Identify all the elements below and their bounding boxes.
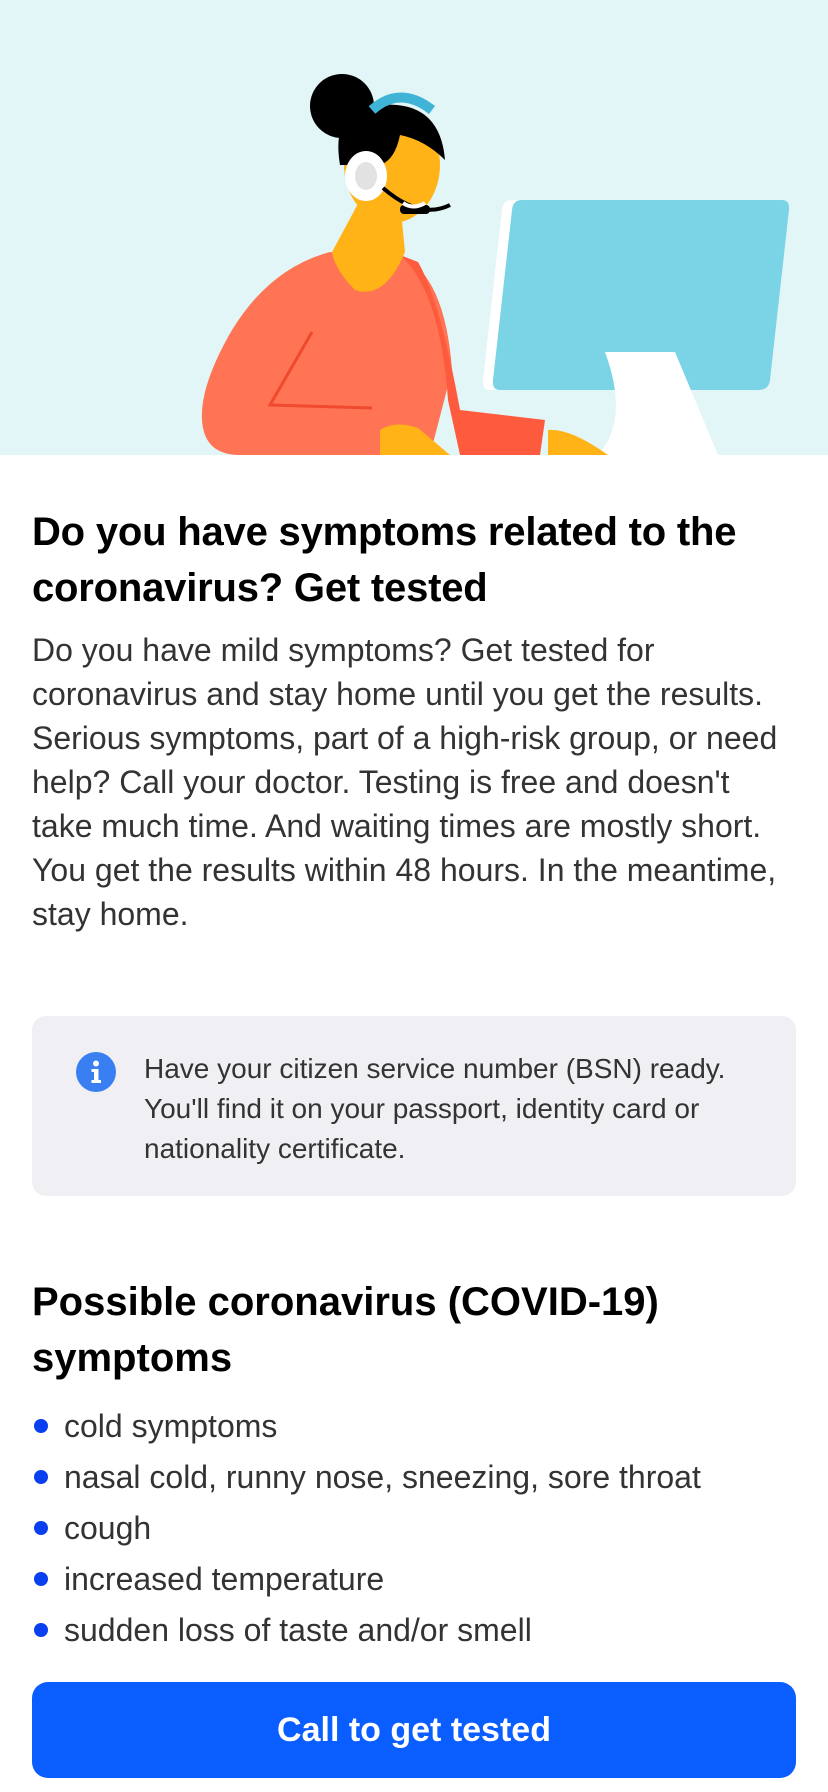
symptom-label: cough — [64, 1509, 152, 1546]
list-item: cold symptoms — [32, 1400, 796, 1451]
symptom-label: sudden loss of taste and/or smell — [64, 1611, 532, 1648]
bsn-info-box: Have your citizen service number (BSN) r… — [32, 1016, 796, 1196]
page-title: Do you have symptoms related to the coro… — [32, 510, 737, 610]
call-to-get-tested-button[interactable]: Call to get tested — [32, 1682, 796, 1778]
symptom-label: cold symptoms — [64, 1407, 278, 1444]
bullet-icon — [34, 1418, 48, 1433]
list-item: sudden loss of taste and/or smell — [32, 1604, 796, 1655]
bullet-icon — [34, 1520, 48, 1535]
monitor-illustration — [482, 200, 790, 455]
symptom-label: nasal cold, runny nose, sneezing, sore t… — [64, 1458, 701, 1495]
intro-body-text: Do you have mild symptoms? Get tested fo… — [32, 632, 778, 932]
list-item: cough — [32, 1502, 796, 1553]
info-icon — [76, 1052, 116, 1092]
symptom-label: increased temperature — [64, 1560, 385, 1597]
info-text: Have your citizen service number (BSN) r… — [144, 1053, 726, 1164]
list-item: increased temperature — [32, 1553, 796, 1604]
hero-illustration — [0, 0, 828, 455]
support-agent-illustration — [201, 74, 790, 455]
intro-section: Do you have symptoms related to the coro… — [32, 455, 796, 936]
symptoms-title: Possible coronavirus (COVID-19) symptoms — [32, 1280, 659, 1380]
bullet-icon — [34, 1622, 48, 1637]
symptom-list: cold symptoms nasal cold, runny nose, sn… — [32, 1400, 796, 1655]
bullet-icon — [34, 1571, 48, 1586]
list-item: nasal cold, runny nose, sneezing, sore t… — [32, 1451, 796, 1502]
bullet-icon — [34, 1469, 48, 1484]
